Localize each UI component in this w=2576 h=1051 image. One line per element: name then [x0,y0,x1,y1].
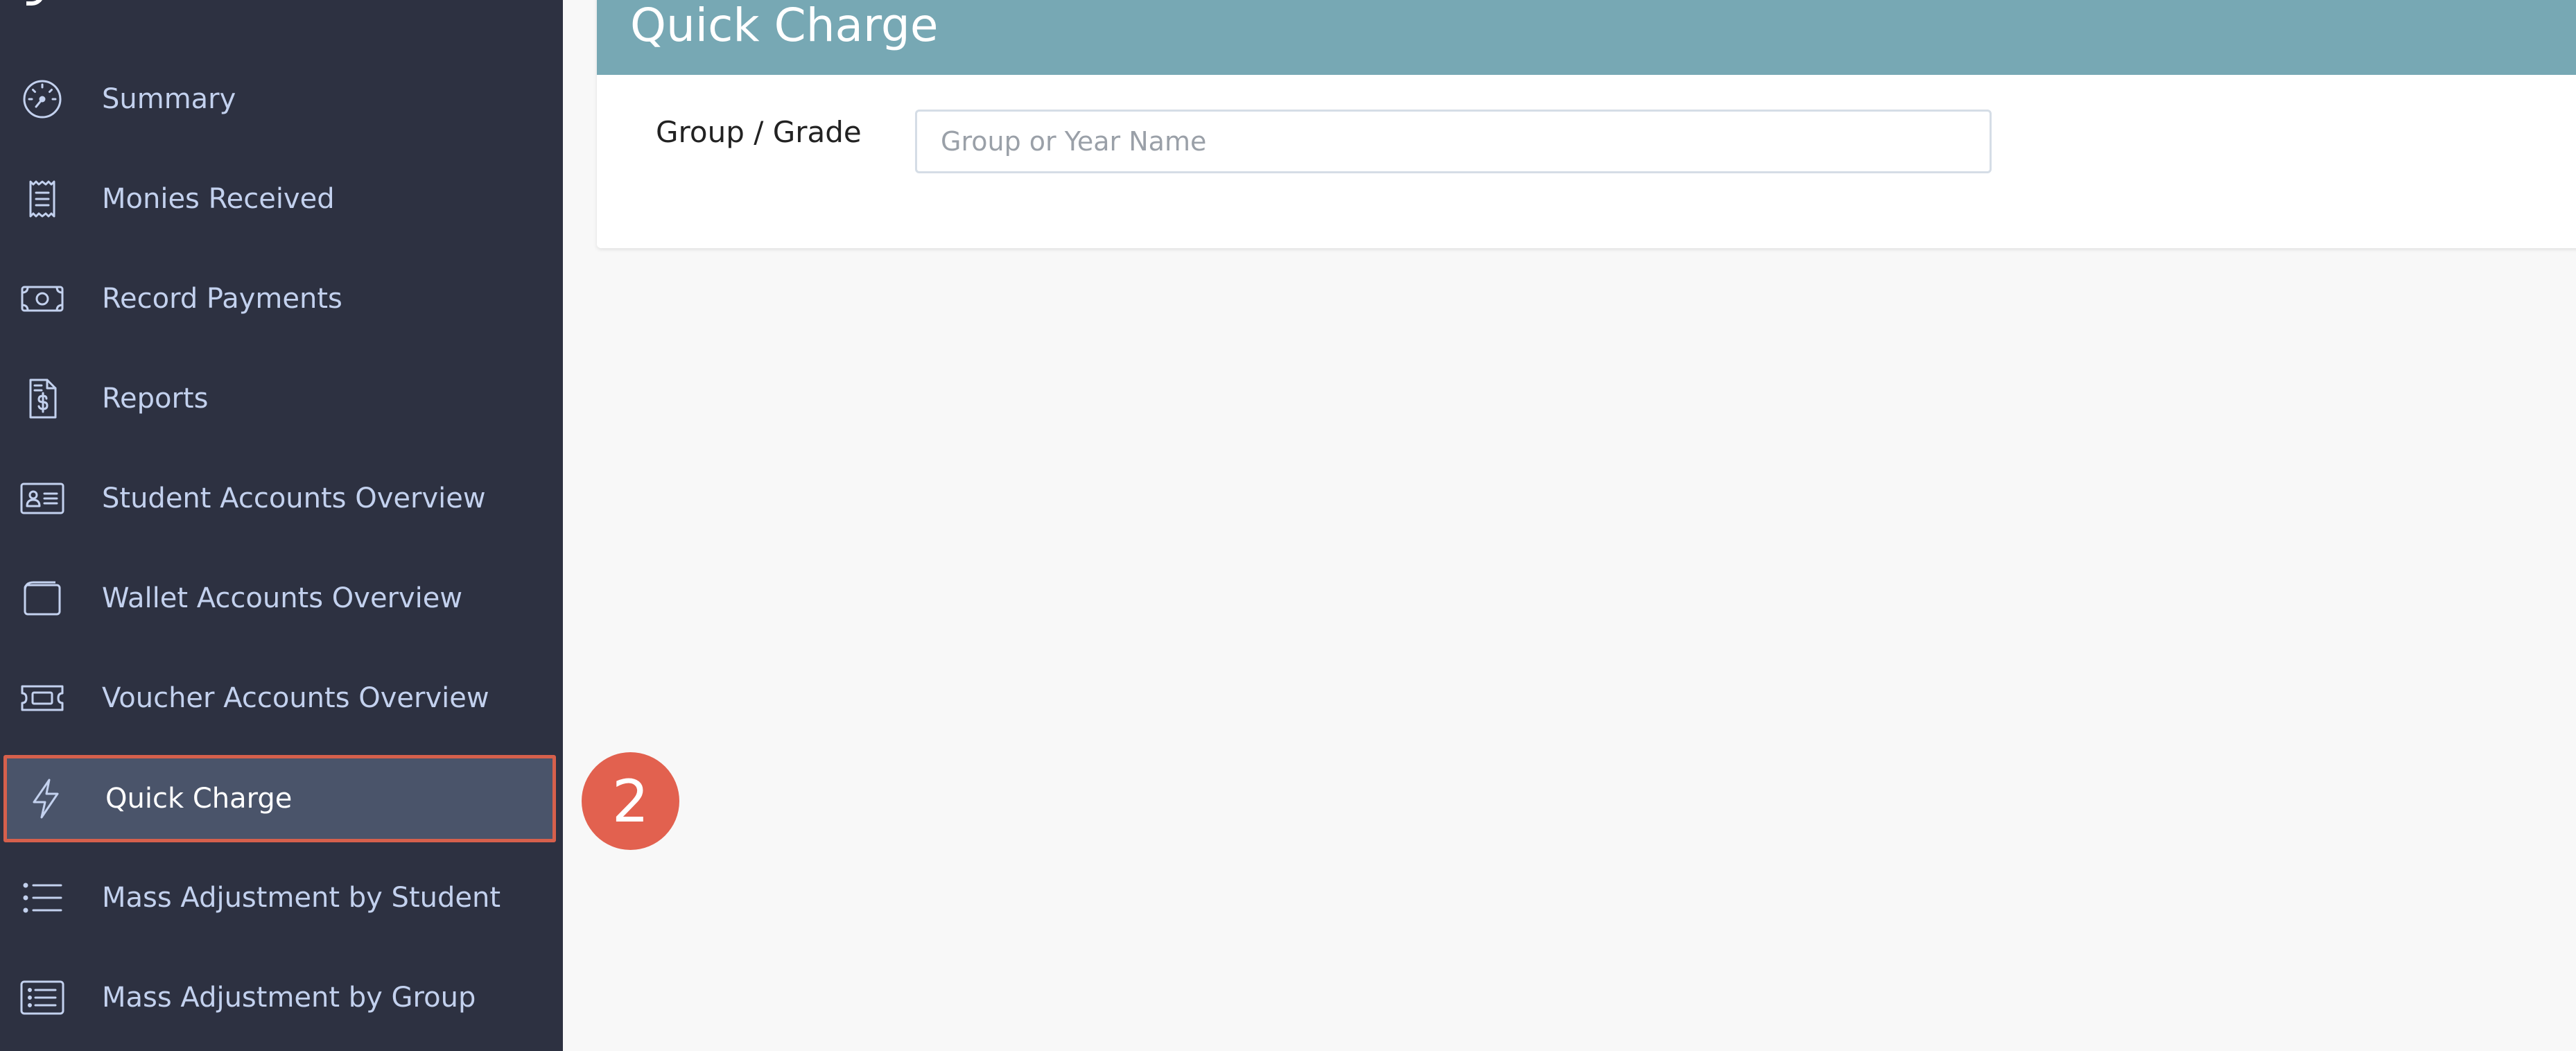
sidebar-item-voucher-accounts-overview[interactable]: Voucher Accounts Overview [0,654,563,742]
sidebar-item-label: Student Accounts Overview [102,483,486,514]
sidebar-item-summary[interactable]: Summary [0,55,563,143]
banknote-icon [19,276,65,322]
sidebar-item-label: Voucher Accounts Overview [102,682,489,714]
sidebar-item-mass-adjustment-by-student[interactable]: Mass Adjustment by Student [0,854,563,941]
sidebar-item-label: Mass Adjustment by Group [102,982,476,1014]
sidebar-item-mass-adjustment-by-group[interactable]: Mass Adjustment by Group [0,954,563,1041]
id-card-icon [19,476,65,521]
sidebar-item-label: Reports [102,383,209,415]
lightning-icon [23,776,69,822]
step-number-badge: 2 [582,752,679,850]
group-grade-label: Group / Grade [656,115,862,149]
page-title: Quick Charge [630,0,939,52]
sidebar: Summary Monies Received Record Payments [0,0,563,1051]
sidebar-item-record-payments[interactable]: Record Payments [0,255,563,342]
speedometer-icon [19,76,65,122]
sidebar-item-quick-charge[interactable]: Quick Charge [3,755,556,842]
sidebar-item-student-accounts-overview[interactable]: Student Accounts Overview [0,455,563,542]
group-grade-input[interactable] [915,110,1992,173]
wallet-icon [19,575,65,621]
sidebar-item-label: Mass Adjustment by Student [102,882,501,914]
sidebar-item-label: Record Payments [102,283,342,315]
sidebar-item-label: Summary [102,83,236,115]
sidebar-item-label: Monies Received [102,183,335,215]
card-header: Quick Charge [597,0,2576,75]
sidebar-item-wallet-accounts-overview[interactable]: Wallet Accounts Overview [0,555,563,642]
invoice-dollar-icon [19,376,65,422]
receipt-icon [19,176,65,222]
logo [26,0,44,6]
sidebar-item-label: Quick Charge [105,783,293,815]
sidebar-item-label: Wallet Accounts Overview [102,582,463,614]
ticket-icon [19,675,65,721]
quick-charge-card: Quick Charge Group / Grade [597,0,2576,248]
list-icon [19,875,65,921]
sidebar-item-reports[interactable]: Reports [0,355,563,442]
list-box-icon [19,975,65,1020]
sidebar-item-monies-received[interactable]: Monies Received [0,155,563,243]
